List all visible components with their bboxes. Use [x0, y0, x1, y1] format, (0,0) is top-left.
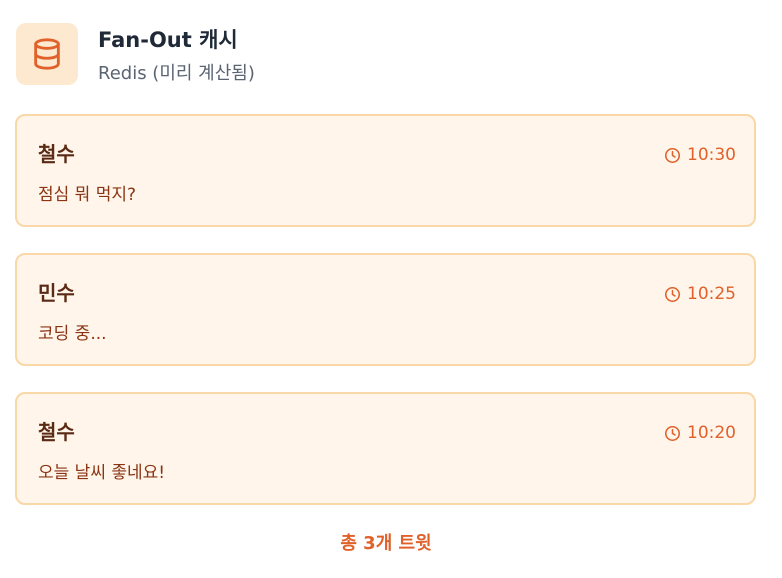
database-logo [16, 23, 78, 85]
page-title: Fan-Out 캐시 [98, 28, 238, 52]
tweet-count-footer: 총 3개 트윗 [340, 533, 432, 554]
tweet-author: 철수 [38, 142, 75, 166]
tweet-time: 10:25 [664, 284, 736, 304]
tweet-time-text: 10:30 [687, 145, 736, 165]
tweet-author: 민수 [38, 281, 75, 305]
tweet-content: 점심 뭐 먹지? [38, 185, 137, 205]
tweet-card: 철수 10:30 점심 뭐 먹지? [15, 114, 756, 227]
clock-icon [664, 286, 681, 302]
tweet-content: 오늘 날씨 좋네요! [38, 463, 166, 483]
tweet-time: 10:30 [664, 145, 736, 165]
clock-icon [664, 147, 681, 163]
database-icon [34, 38, 60, 70]
tweet-content: 코딩 중... [38, 324, 107, 344]
header-titles: Fan-Out 캐시 Redis (미리 계산됨) [98, 27, 255, 85]
cache-header: Fan-Out 캐시 Redis (미리 계산됨) [16, 23, 255, 85]
page-subtitle: Redis (미리 계산됨) [98, 63, 255, 84]
clock-icon [664, 425, 681, 441]
tweet-time: 10:20 [664, 423, 736, 443]
tweet-card: 민수 10:25 코딩 중... [15, 253, 756, 366]
tweet-time-text: 10:25 [687, 284, 736, 304]
tweet-time-text: 10:20 [687, 423, 736, 443]
tweet-card: 철수 10:20 오늘 날씨 좋네요! [15, 392, 756, 505]
tweet-author: 철수 [38, 420, 75, 444]
